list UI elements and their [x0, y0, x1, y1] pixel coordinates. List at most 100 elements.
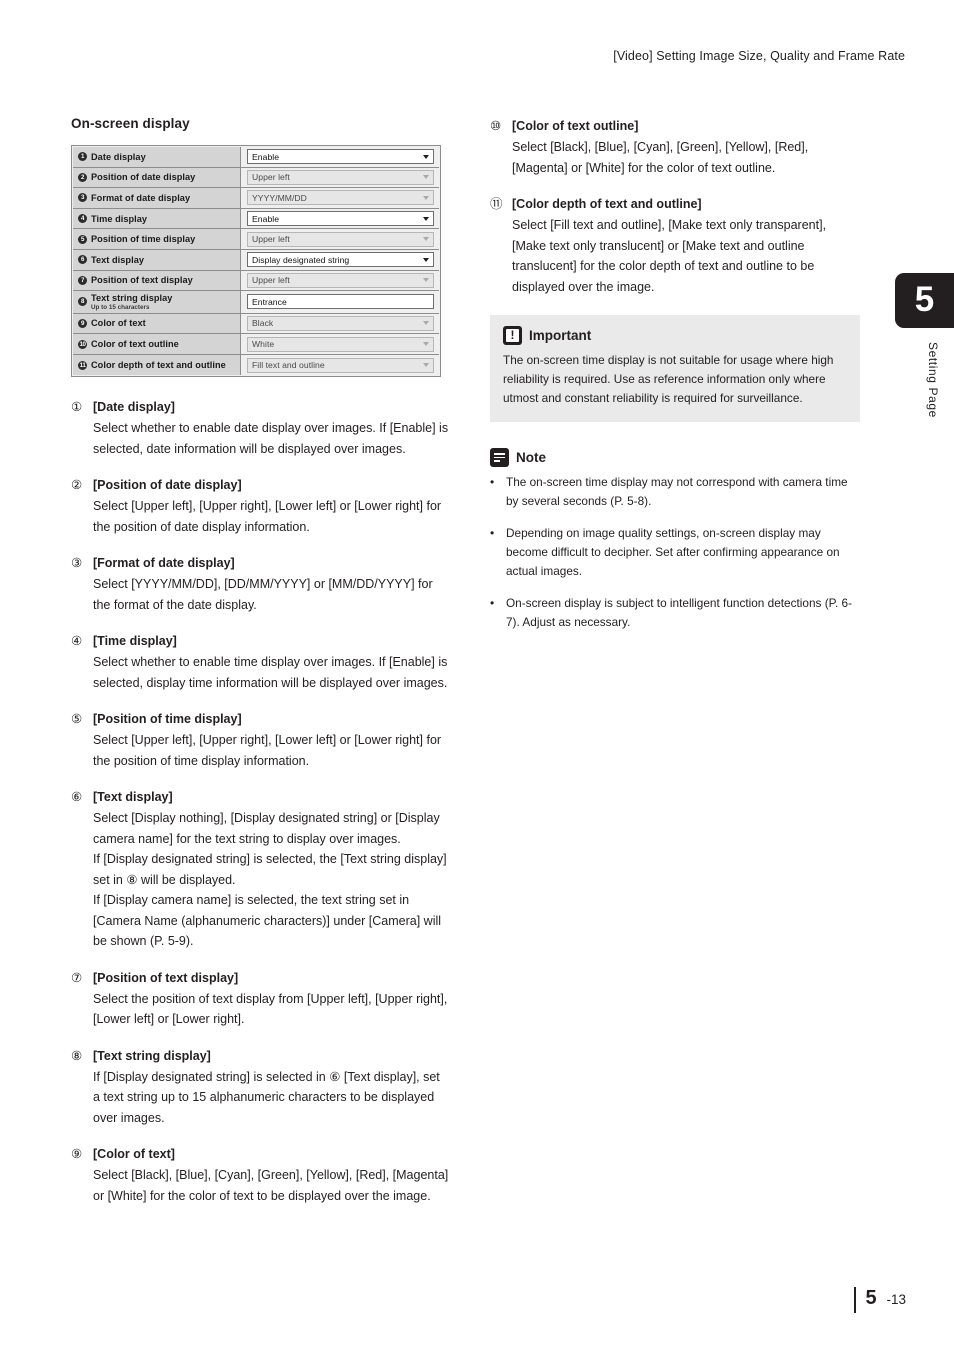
settings-row-value-cell: Enable	[241, 209, 439, 229]
item-paragraph: Select [YYYY/MM/DD], [DD/MM/YYYY] or [MM…	[93, 577, 433, 612]
item-title: [Date display]	[93, 400, 175, 415]
item-paragraph: Select [Black], [Blue], [Cyan], [Green],…	[93, 1168, 449, 1203]
footer-page-number: -13	[886, 1292, 906, 1307]
settings-label: Color depth of text and outline	[91, 360, 226, 371]
note-bullet: • The on-screen time display may not corr…	[490, 473, 862, 511]
settings-row: 9 Color of text Black	[73, 313, 439, 335]
settings-row-value-cell: Display designated string	[241, 250, 439, 270]
important-text: The on-screen time display is not suitab…	[503, 353, 834, 405]
running-header: [Video] Setting Image Size, Quality and …	[613, 49, 905, 63]
item-number: ④	[71, 634, 83, 649]
item-body: [Format of date display] Select [YYYY/MM/…	[93, 553, 449, 615]
note-bullet: • On-screen display is subject to intelli…	[490, 594, 862, 632]
settings-dropdown[interactable]: Display designated string	[247, 252, 434, 268]
settings-row: 6 Text display Display designated string	[73, 249, 439, 271]
settings-row-value-cell: Black	[241, 314, 439, 334]
item-title: [Position of date display]	[93, 478, 242, 493]
item-paragraph: If [Display designated string] is select…	[93, 852, 447, 887]
settings-label: Color of text outline	[91, 339, 179, 350]
settings-dropdown: Upper left	[247, 231, 434, 247]
callout-number-badge: 6	[78, 255, 87, 265]
callout-number-badge: 3	[78, 193, 87, 203]
settings-row-value-cell: Upper left	[241, 229, 439, 249]
settings-label: Text string display	[91, 293, 173, 304]
chapter-number-tab: 5	[895, 273, 954, 328]
settings-label: Date display	[91, 151, 146, 162]
settings-label: Position of text display	[91, 275, 193, 286]
description-item: ⑤ [Position of time display] Select [Upper…	[71, 709, 449, 771]
item-paragraph: Select [Upper left], [Upper right], [Low…	[93, 499, 442, 534]
chevron-down-icon[interactable]	[423, 321, 429, 326]
chevron-down-icon[interactable]	[423, 154, 429, 159]
chevron-down-icon[interactable]	[423, 195, 429, 200]
chevron-down-icon[interactable]	[423, 175, 429, 180]
settings-row-value-cell: YYYY/MM/DD	[241, 188, 439, 208]
settings-text-input[interactable]: Entrance	[247, 294, 434, 310]
chevron-down-icon[interactable]	[423, 237, 429, 242]
settings-dropdown: Upper left	[247, 169, 434, 185]
page-footer: 5 -13	[853, 1287, 906, 1313]
settings-dropdown[interactable]: Enable	[247, 149, 434, 165]
dropdown-selected-value: Enable	[252, 151, 280, 162]
settings-row-label-cell: 3 Format of date display	[73, 188, 241, 208]
callout-number-badge: 10	[78, 339, 87, 349]
settings-dropdown: Fill text and outline	[247, 357, 434, 373]
settings-row-label-cell: 5 Position of time display	[73, 229, 241, 249]
item-number: ⑤	[71, 712, 83, 727]
item-paragraph: Select whether to enable date display ov…	[93, 421, 449, 456]
item-body: [Color of text] Select [Black], [Blue], […	[93, 1144, 449, 1206]
right-description-list: ⑩ [Color of text outline] Select [Black], …	[490, 116, 862, 297]
settings-row-value-cell: Fill text and outline	[241, 355, 439, 376]
item-number: ⑥	[71, 790, 83, 805]
description-item: ⑨ [Color of text] Select [Black], [Blue], …	[71, 1144, 449, 1206]
important-callout: Important The on-screen time display is …	[490, 315, 860, 422]
settings-row-value-cell: Upper left	[241, 168, 439, 188]
chevron-down-icon[interactable]	[423, 257, 429, 262]
item-title: [Position of text display]	[93, 970, 239, 985]
settings-row-label-cell: 7 Position of text display	[73, 270, 241, 291]
settings-row: 4 Time display Enable	[73, 208, 439, 230]
settings-row: 7 Position of text display Upper left	[73, 270, 439, 292]
chevron-down-icon[interactable]	[423, 278, 429, 283]
note-header: Note	[490, 448, 862, 467]
settings-row: 8 Text string display Up to 15 characters E…	[73, 291, 439, 314]
item-number: ③	[71, 556, 83, 571]
item-body: [Position of time display] Select [Upper …	[93, 709, 449, 771]
item-body: [Color depth of text and outline] Select …	[512, 194, 862, 297]
settings-dropdown[interactable]: Enable	[247, 211, 434, 227]
description-item: ③ [Format of date display] Select [YYYY/MM…	[71, 553, 449, 615]
footer-chapter-number: 5	[865, 1287, 877, 1309]
settings-row-value-cell: Enable	[241, 147, 439, 167]
settings-label: Position of date display	[91, 172, 196, 183]
important-icon	[503, 326, 522, 345]
bullet-marker: •	[490, 475, 495, 489]
item-paragraph: Select [Black], [Blue], [Cyan], [Green],…	[512, 140, 809, 175]
important-header: Important	[503, 326, 847, 345]
settings-row-label-cell: 2 Position of date display	[73, 167, 241, 188]
settings-row-label-cell: 8 Text string display Up to 15 characters	[73, 291, 241, 313]
chevron-down-icon[interactable]	[423, 216, 429, 221]
description-item: ⑥ [Text display] Select [Display nothing],…	[71, 787, 449, 952]
callout-number-badge: 4	[78, 214, 87, 224]
callout-number-badge: 9	[78, 318, 87, 328]
item-title: [Color depth of text and outline]	[512, 197, 702, 211]
item-title: [Color of text outline]	[512, 119, 639, 133]
bullet-text: The on-screen time display may not corre…	[506, 475, 848, 508]
chevron-down-icon[interactable]	[423, 342, 429, 347]
description-item: ⑪ [Color depth of text and outline] Select…	[490, 194, 862, 297]
item-paragraph: Select the position of text display from…	[93, 991, 448, 1027]
dropdown-selected-value: White	[252, 339, 275, 350]
item-number: ⑧	[71, 1048, 83, 1063]
item-title: [Color of text]	[93, 1147, 175, 1162]
description-item: ② [Position of date display] Select [Upper…	[71, 475, 449, 537]
item-body: [Position of text display] Select the pos…	[93, 968, 449, 1030]
settings-dropdown: White	[247, 336, 434, 352]
settings-label: Format of date display	[91, 192, 191, 203]
item-title: [Format of date display]	[93, 556, 235, 571]
settings-row-label-cell: 4 Time display	[73, 208, 241, 229]
settings-row: 11 Color depth of text and outline Fill te…	[73, 354, 439, 376]
callout-number-badge: 8	[78, 297, 87, 307]
dropdown-selected-value: Fill text and outline	[252, 360, 325, 371]
chevron-down-icon[interactable]	[423, 363, 429, 368]
item-body: [Color of text outline] Select [Black], […	[512, 116, 862, 178]
